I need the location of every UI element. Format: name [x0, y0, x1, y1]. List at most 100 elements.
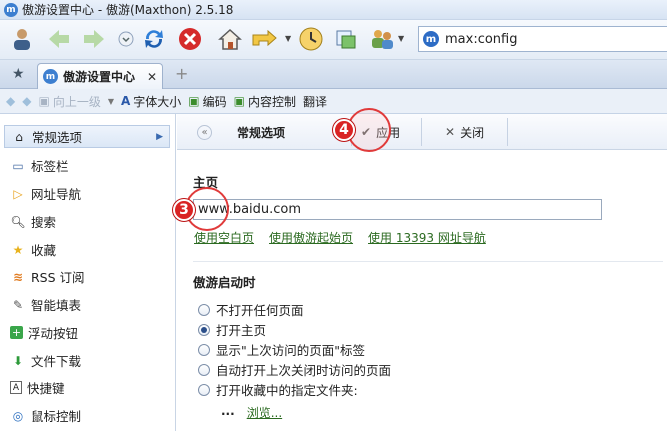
- homepage-links: 使用空白页 使用傲游起始页 使用 13393 网址导航: [194, 229, 486, 246]
- tab-favicon-icon: m: [43, 69, 58, 84]
- use-blank-page-link[interactable]: 使用空白页: [194, 229, 254, 246]
- sidebar-item-float-button[interactable]: + 浮动按钮: [4, 321, 170, 344]
- collapse-sidebar-button[interactable]: «: [197, 114, 212, 150]
- up-level-button[interactable]: ▣ 向上一级: [38, 93, 100, 110]
- radio-label: 不打开任何页面: [216, 303, 304, 318]
- step-badge-4: 4: [333, 119, 355, 141]
- main-toolbar: ▼ ▼ m max:config: [0, 20, 667, 60]
- address-bar[interactable]: m max:config: [418, 26, 667, 52]
- encoding-icon: ▣: [188, 94, 200, 108]
- startup-option-folder[interactable]: 打开收藏中的指定文件夹:: [198, 380, 358, 399]
- undo-close-icon[interactable]: [250, 25, 278, 53]
- sidebar-item-label: 网址导航: [31, 187, 82, 202]
- magnifier-icon: 🔍︎: [10, 214, 26, 229]
- close-label: 关闭: [460, 125, 485, 140]
- encoding-button[interactable]: ▣ 编码: [188, 93, 226, 110]
- tab-bar: ★ m 傲游设置中心 ✕ +: [0, 60, 667, 89]
- sidebar-item-url-nav[interactable]: ▷ 网址导航: [4, 182, 170, 205]
- settings-sidebar: ⌂ 常规选项 ▶ ▭ 标签栏 ▷ 网址导航 🔍︎ 搜索 ★ 收藏 ≋ RSS 订…: [0, 114, 176, 431]
- sidebar-item-label: 浮动按钮: [28, 326, 79, 341]
- radio-button[interactable]: [198, 323, 210, 336]
- undo-dropdown-icon[interactable]: ▼: [285, 34, 291, 43]
- new-tab-icon[interactable]: +: [175, 64, 188, 83]
- content-control-label: 内容控制: [248, 94, 297, 109]
- startup-option-restore[interactable]: 自动打开上次关闭时访问的页面: [198, 360, 391, 379]
- radio-button[interactable]: [198, 363, 210, 376]
- sidebar-item-mouse[interactable]: ◎ 鼠标控制: [4, 404, 170, 427]
- favorites-star-icon[interactable]: ★: [12, 66, 25, 82]
- translate-button[interactable]: 翻译: [303, 93, 327, 110]
- history-dropdown-icon[interactable]: [112, 25, 140, 53]
- up-level-label: 向上一级: [52, 94, 101, 109]
- nav-left-arrow-icon[interactable]: ◆: [6, 94, 15, 108]
- divider: [193, 261, 663, 262]
- radio-button[interactable]: [198, 343, 210, 356]
- nav-right-arrow-icon[interactable]: ◆: [22, 94, 31, 108]
- mouse-icon: ◎: [12, 408, 24, 423]
- screenshot-icon[interactable]: [332, 25, 360, 53]
- sidebar-item-label: RSS 订阅: [31, 270, 85, 285]
- use-13393-nav-link[interactable]: 使用 13393 网址导航: [368, 229, 486, 246]
- star-icon: ★: [12, 242, 24, 257]
- homepage-input[interactable]: www.baidu.com: [193, 199, 602, 220]
- up-level-icon: ▣: [38, 94, 50, 108]
- translate-label: 翻译: [303, 94, 328, 109]
- sidebar-item-download[interactable]: ⬇ 文件下载: [4, 349, 170, 372]
- refresh-icon[interactable]: [140, 25, 168, 53]
- radio-button[interactable]: [198, 383, 210, 396]
- startup-option-last-tab[interactable]: 显示"上次访问的页面"标签: [198, 340, 365, 359]
- close-button[interactable]: ✕ 关闭: [445, 114, 484, 150]
- step-badge-3: 3: [173, 199, 195, 221]
- tab-settings-center[interactable]: m 傲游设置中心 ✕: [37, 63, 163, 89]
- sidebar-item-label: 常规选项: [32, 130, 83, 145]
- sidebar-item-search[interactable]: 🔍︎ 搜索: [4, 210, 170, 233]
- sidebar-item-rss[interactable]: ≋ RSS 订阅: [4, 265, 170, 288]
- sidebar-item-label: 智能填表: [31, 298, 82, 313]
- sidebar-item-label: 鼠标控制: [31, 409, 82, 424]
- download-icon: ⬇: [12, 353, 24, 368]
- sidebar-item-favorites[interactable]: ★ 收藏: [4, 238, 170, 261]
- play-icon: ▷: [13, 186, 23, 201]
- back-icon[interactable]: [45, 25, 73, 53]
- startup-option-homepage[interactable]: 打开主页: [198, 320, 266, 339]
- startup-heading: 傲游启动时: [193, 275, 256, 290]
- sidebar-item-tabs[interactable]: ▭ 标签栏: [4, 154, 170, 177]
- keyboard-icon: A: [10, 381, 22, 394]
- page-favicon-icon: m: [423, 31, 439, 47]
- sidebar-item-hotkeys[interactable]: A 快捷键: [4, 376, 170, 399]
- font-size-button[interactable]: A 字体大小: [121, 93, 181, 110]
- home-icon[interactable]: [216, 25, 244, 53]
- forward-icon[interactable]: [80, 25, 108, 53]
- divider: [507, 118, 508, 146]
- radio-button[interactable]: [198, 303, 210, 316]
- up-level-dropdown-icon[interactable]: ▼: [108, 97, 114, 106]
- title-bar: m 傲游设置中心 - 傲游(Maxthon) 2.5.18: [0, 0, 667, 20]
- content-control-button[interactable]: ▣ 内容控制: [234, 93, 296, 110]
- radio-label: 打开收藏中的指定文件夹:: [216, 383, 358, 398]
- rss-icon: ≋: [12, 269, 24, 284]
- sidebar-item-autofill[interactable]: ✎ 智能填表: [4, 293, 170, 316]
- tabs-icon: ▭: [12, 158, 24, 173]
- content-control-icon: ▣: [233, 94, 245, 108]
- divider: [421, 118, 422, 146]
- sidebar-item-label: 文件下载: [31, 354, 82, 369]
- radio-label: 打开主页: [216, 323, 267, 338]
- stop-icon[interactable]: [176, 25, 204, 53]
- browse-link[interactable]: 浏览...: [247, 404, 282, 421]
- sidebar-item-general[interactable]: ⌂ 常规选项 ▶: [4, 125, 170, 148]
- clock-icon[interactable]: [297, 25, 325, 53]
- user-profile-icon[interactable]: [8, 25, 36, 53]
- plus-icon: +: [10, 326, 23, 339]
- address-input[interactable]: max:config: [445, 32, 517, 47]
- users-dropdown-icon[interactable]: ▼: [398, 34, 404, 43]
- tab-close-icon[interactable]: ✕: [147, 70, 157, 84]
- encoding-label: 编码: [202, 94, 227, 109]
- folder-browse-row: ... 浏览...: [221, 404, 282, 421]
- pen-icon: ✎: [12, 297, 24, 312]
- use-maxthon-start-link[interactable]: 使用傲游起始页: [269, 229, 353, 246]
- folder-path-value: ...: [221, 404, 235, 418]
- radio-label: 自动打开上次关闭时访问的页面: [216, 363, 392, 378]
- font-size-label: 字体大小: [133, 94, 182, 109]
- users-icon[interactable]: [368, 25, 396, 53]
- startup-option-none[interactable]: 不打开任何页面: [198, 300, 304, 319]
